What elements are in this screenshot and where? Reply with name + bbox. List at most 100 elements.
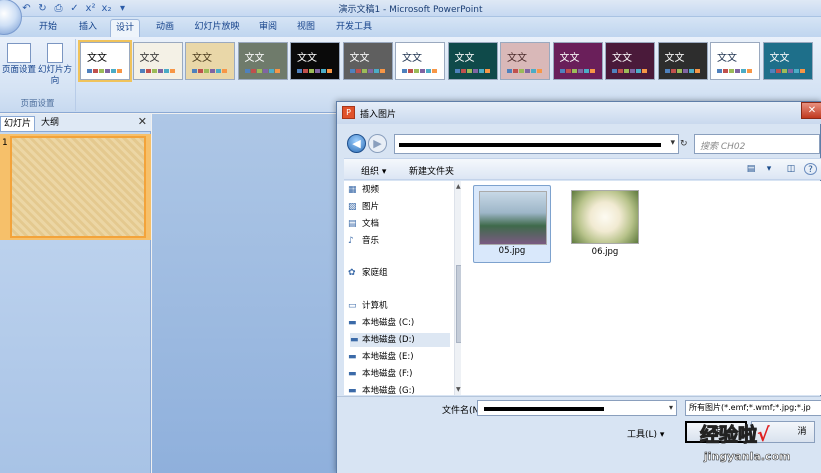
page-setup-group: 页面设置 幻灯片方向 页面设置 (0, 39, 76, 111)
nav-item-label: 图片 (362, 202, 380, 212)
theme-color-swatches (507, 69, 542, 73)
nav-item[interactable]: ▬ 本地磁盘 (F:) (348, 367, 412, 381)
drive-icon: ▬ (348, 369, 357, 379)
slide-number: 1 (2, 138, 8, 148)
tab-slideshow[interactable]: 幻灯片放映 (188, 19, 246, 37)
theme-color-swatches (244, 69, 280, 73)
nav-item[interactable]: ▬ 本地磁盘 (E:) (348, 350, 414, 364)
theme-color-swatches (139, 69, 175, 73)
scroll-down-icon[interactable]: ▼ (456, 386, 461, 393)
theme-thumbnail[interactable]: 文文 (290, 42, 340, 80)
theme-sample-text: 文文 (192, 53, 212, 64)
nav-item-label: 计算机 (362, 301, 388, 311)
filename-input[interactable]: ▾ (477, 400, 677, 416)
organize-button[interactable]: 组织 ▾ (361, 164, 386, 177)
theme-thumbnail[interactable]: 文文 (500, 42, 550, 80)
theme-sample-text: 文文 (349, 53, 370, 64)
close-button[interactable]: ✕ (801, 102, 821, 119)
tab-animations[interactable]: 动画 (148, 19, 182, 37)
theme-sample-text: 文文 (454, 53, 475, 64)
computer-icon: ▭ (348, 301, 357, 311)
nav-item[interactable]: ▭ 计算机 (348, 299, 388, 313)
theme-thumbnail[interactable]: 文文 (132, 42, 183, 80)
nav-item-label: 文档 (362, 219, 380, 229)
help-icon[interactable]: ? (804, 163, 817, 175)
tab-slides[interactable]: 幻灯片 (0, 116, 36, 131)
homegroup-icon: ✿ (348, 268, 356, 278)
theme-color-swatches (87, 69, 122, 73)
theme-sample-text: 文文 (87, 53, 107, 64)
drive-icon: ▬ (348, 386, 357, 396)
file-type-filter[interactable]: 所有图片(*.emf;*.wmf;*.jpg;*.jp (685, 400, 821, 416)
nav-item[interactable]: ▦ 视频 (348, 183, 379, 197)
tab-design[interactable]: 设计 (110, 19, 140, 37)
theme-thumbnail[interactable]: 文文 (657, 42, 708, 80)
nav-item[interactable]: ▨ 图片 (348, 200, 380, 214)
page-setup-button[interactable]: 页面设置 (0, 43, 38, 95)
dialog-title-bar[interactable]: P 插入图片 ✕ (337, 102, 821, 124)
theme-thumbnail[interactable]: 文文 (237, 42, 288, 80)
tab-outline[interactable]: 大纲 (38, 116, 62, 131)
nav-item[interactable]: ▬ 本地磁盘 (D:) (350, 333, 450, 347)
ribbon-tab-bar: 开始 插入 设计 动画 幻灯片放映 审阅 视图 开发工具 (0, 0, 821, 37)
preview-pane-icon[interactable]: ◫ (784, 163, 798, 175)
drive-icon: ▬ (350, 335, 359, 345)
slide-orientation-button[interactable]: 幻灯片方向 (36, 43, 74, 95)
file-item[interactable]: 05.jpg (473, 185, 551, 263)
slide-orientation-icon (47, 43, 63, 63)
nav-item[interactable]: ▬ 本地磁盘 (C:) (348, 316, 415, 330)
page-setup-group-label: 页面设置 (20, 99, 55, 109)
chevron-down-icon[interactable]: ▾ (670, 138, 675, 148)
close-icon[interactable]: ✕ (138, 115, 147, 128)
slide-thumbnail[interactable] (10, 136, 146, 238)
tools-menu[interactable]: 工具(L) ▾ (627, 427, 664, 440)
view-options-icon[interactable]: ▤ (744, 163, 758, 175)
tab-home[interactable]: 开始 (30, 19, 66, 37)
theme-thumbnail[interactable]: 文文 (710, 42, 760, 80)
watermark-url: jingyanla.com (704, 450, 791, 464)
file-item[interactable]: 06.jpg (566, 185, 644, 263)
tab-view[interactable]: 视图 (290, 19, 322, 37)
address-bar: ◀ ▶ ▾ ↻ 搜索 CH02 (344, 133, 820, 155)
back-button[interactable]: ◀ (347, 134, 366, 153)
theme-thumbnail[interactable]: 文文 (342, 42, 393, 80)
nav-item[interactable]: ♪ 音乐 (348, 234, 380, 248)
theme-sample-text: 文文 (717, 53, 737, 64)
slide-pane-tabs: 幻灯片 大纲 ✕ (0, 114, 151, 132)
theme-thumbnail[interactable]: 文文 (447, 42, 498, 80)
title-bar: ▣ ↶ ↻ ⎙ ✓ x² x₂ ▾ 演示文稿1 - Microsoft Powe… (0, 0, 821, 17)
path-input[interactable]: ▾ (394, 134, 679, 154)
powerpoint-icon: P (342, 106, 355, 119)
chevron-down-icon[interactable]: ▾ (762, 163, 776, 175)
nav-item-label: 音乐 (362, 236, 380, 246)
theme-thumbnail[interactable]: 文文 (395, 42, 445, 80)
search-placeholder: 搜索 CH02 (700, 142, 746, 152)
nav-item[interactable]: ✿ 家庭组 (348, 266, 388, 280)
new-folder-button[interactable]: 新建文件夹 (409, 164, 454, 177)
scroll-up-icon[interactable]: ▲ (456, 183, 461, 190)
theme-color-swatches (664, 69, 700, 73)
video-icon: ▦ (348, 185, 357, 195)
theme-thumbnail[interactable]: 文文 (552, 42, 603, 80)
tab-developer[interactable]: 开发工具 (328, 19, 380, 37)
watermark-text: 经验啦√ (699, 424, 770, 447)
theme-thumbnail[interactable]: 文文 (605, 42, 655, 80)
refresh-icon[interactable]: ↻ (680, 134, 690, 154)
nav-item-label: 本地磁盘 (C:) (362, 318, 415, 328)
search-input[interactable]: 搜索 CH02 (694, 134, 820, 154)
theme-color-swatches (717, 69, 752, 73)
tab-insert[interactable]: 插入 (70, 19, 106, 37)
theme-sample-text: 文文 (612, 53, 632, 64)
forward-button[interactable]: ▶ (368, 134, 387, 153)
tab-review[interactable]: 审阅 (252, 19, 284, 37)
theme-thumbnail[interactable]: 文文 (185, 42, 235, 80)
theme-color-swatches (769, 69, 805, 73)
window-title: 演示文稿1 - Microsoft PowerPoint (338, 5, 483, 15)
theme-color-swatches (349, 69, 385, 73)
nav-item[interactable]: ▤ 文档 (348, 217, 380, 231)
theme-sample-text: 文文 (664, 53, 685, 64)
redacted-path (399, 143, 661, 147)
theme-thumbnail[interactable]: 文文 (762, 42, 813, 80)
theme-thumbnail[interactable]: 文文 (78, 40, 132, 82)
chevron-down-icon[interactable]: ▾ (669, 403, 673, 412)
